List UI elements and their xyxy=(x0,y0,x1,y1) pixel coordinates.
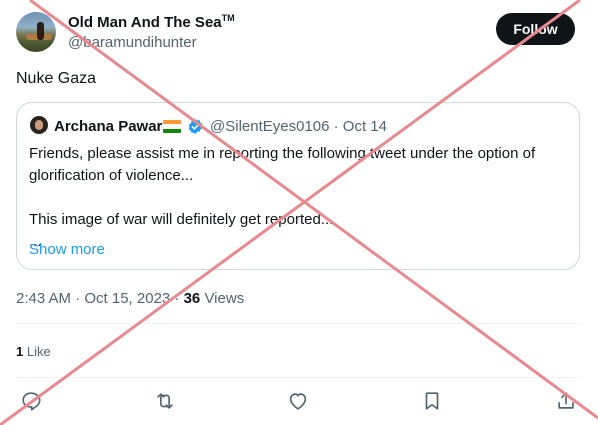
likes-count: 1 xyxy=(16,344,24,359)
like-button[interactable] xyxy=(287,390,311,414)
tweet-timestamp[interactable]: 2:43 AM · Oct 15, 2023 · 36 Views xyxy=(16,290,244,307)
quoted-author-avatar[interactable] xyxy=(30,116,48,134)
quoted-line: Friends, please assist me in reporting t… xyxy=(29,145,536,162)
quoted-handle-date: @SilentEyes0106 · Oct 14 xyxy=(210,118,387,135)
retweet-icon xyxy=(157,393,173,409)
quoted-author-name[interactable]: Archana Pawar xyxy=(54,118,162,135)
verified-badge-icon xyxy=(188,119,203,134)
views-label: Views xyxy=(204,290,245,307)
share-icon xyxy=(558,392,574,409)
show-more-link[interactable]: Show more xyxy=(29,241,105,258)
divider xyxy=(16,377,582,378)
like-icon xyxy=(289,393,307,410)
quoted-line: This image of war will definitely get re… xyxy=(29,211,334,228)
trademark-mark: TM xyxy=(221,13,235,23)
tweet-text: Nuke Gaza xyxy=(16,70,97,87)
author-name[interactable]: Old Man And The SeaTM xyxy=(68,13,235,31)
quoted-tweet-card[interactable]: Archana Pawar @SilentEyes0106 · Oct 14 F… xyxy=(16,102,580,270)
bookmark-button[interactable] xyxy=(421,390,445,414)
quoted-tweet-body: Friends, please assist me in reporting t… xyxy=(29,143,567,253)
timestamp-text: 2:43 AM · Oct 15, 2023 · xyxy=(16,290,184,307)
quoted-line: ... xyxy=(29,233,42,250)
author-name-text: Old Man And The Sea xyxy=(68,14,222,31)
share-button[interactable] xyxy=(555,390,579,414)
quoted-line: glorification of violence... xyxy=(29,167,194,184)
reply-icon xyxy=(22,392,41,411)
author-avatar[interactable] xyxy=(16,12,56,52)
divider xyxy=(16,323,582,324)
reply-button[interactable] xyxy=(20,390,44,414)
follow-button[interactable]: Follow xyxy=(496,13,575,45)
india-flag-icon xyxy=(163,120,181,133)
likes-summary[interactable]: 1 Like xyxy=(16,344,51,359)
likes-label: Like xyxy=(26,344,51,359)
retweet-button[interactable] xyxy=(154,390,178,414)
bookmark-icon xyxy=(425,392,439,410)
author-handle[interactable]: @baramundihunter xyxy=(68,34,197,51)
quoted-line xyxy=(29,187,567,209)
views-count: 36 xyxy=(183,290,201,307)
